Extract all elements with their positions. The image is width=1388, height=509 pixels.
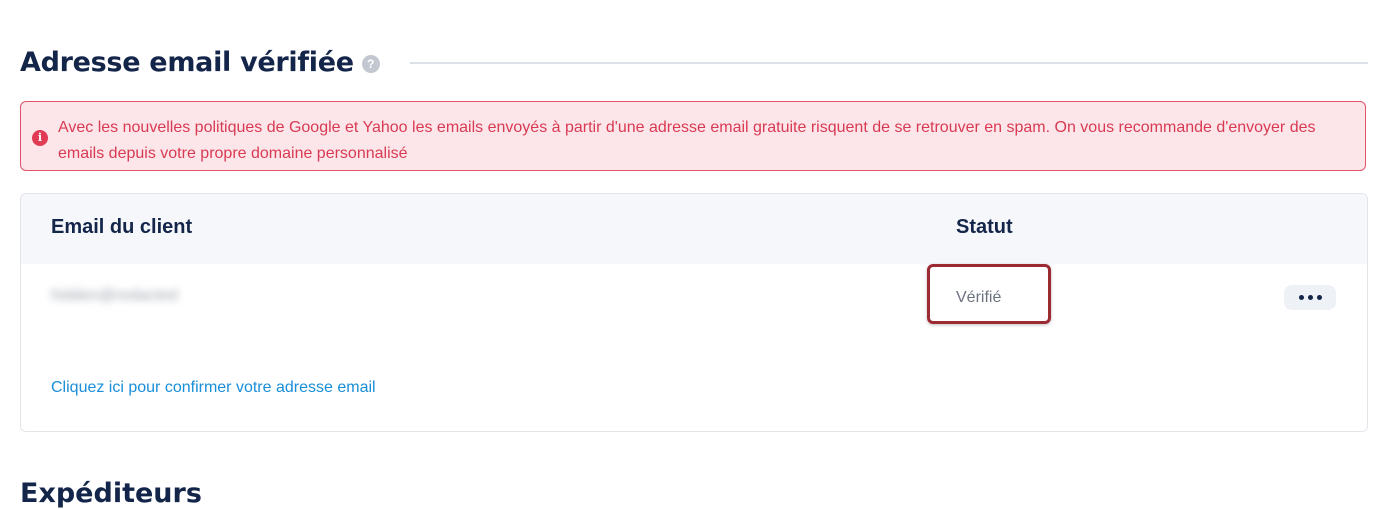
help-icon[interactable]: ?: [361, 55, 380, 73]
email-table-card: Email du client Statut hidden@redacted V…: [20, 193, 1368, 432]
section-divider: [409, 62, 1368, 64]
section-header: Adresse email vérifiée ?: [20, 40, 1368, 84]
info-icon: i: [32, 130, 48, 146]
column-header-status: Statut: [956, 216, 1013, 238]
status-badge: Vérifié: [956, 289, 1002, 306]
column-header-email: Email du client: [51, 216, 193, 238]
next-section-title: Expéditeurs: [20, 478, 202, 509]
spam-warning-alert: i Avec les nouvelles politiques de Googl…: [20, 101, 1366, 171]
alert-message: Avec les nouvelles politiques de Google …: [58, 119, 1316, 162]
row-actions-button[interactable]: [1284, 285, 1336, 310]
more-options-icon: [1298, 295, 1322, 300]
table-header: Email du client Statut: [21, 194, 1367, 264]
section-title: Adresse email vérifiée: [20, 46, 354, 78]
confirm-email-link[interactable]: Cliquez ici pour confirmer votre adresse…: [51, 379, 376, 397]
client-email-value: hidden@redacted: [51, 287, 178, 304]
